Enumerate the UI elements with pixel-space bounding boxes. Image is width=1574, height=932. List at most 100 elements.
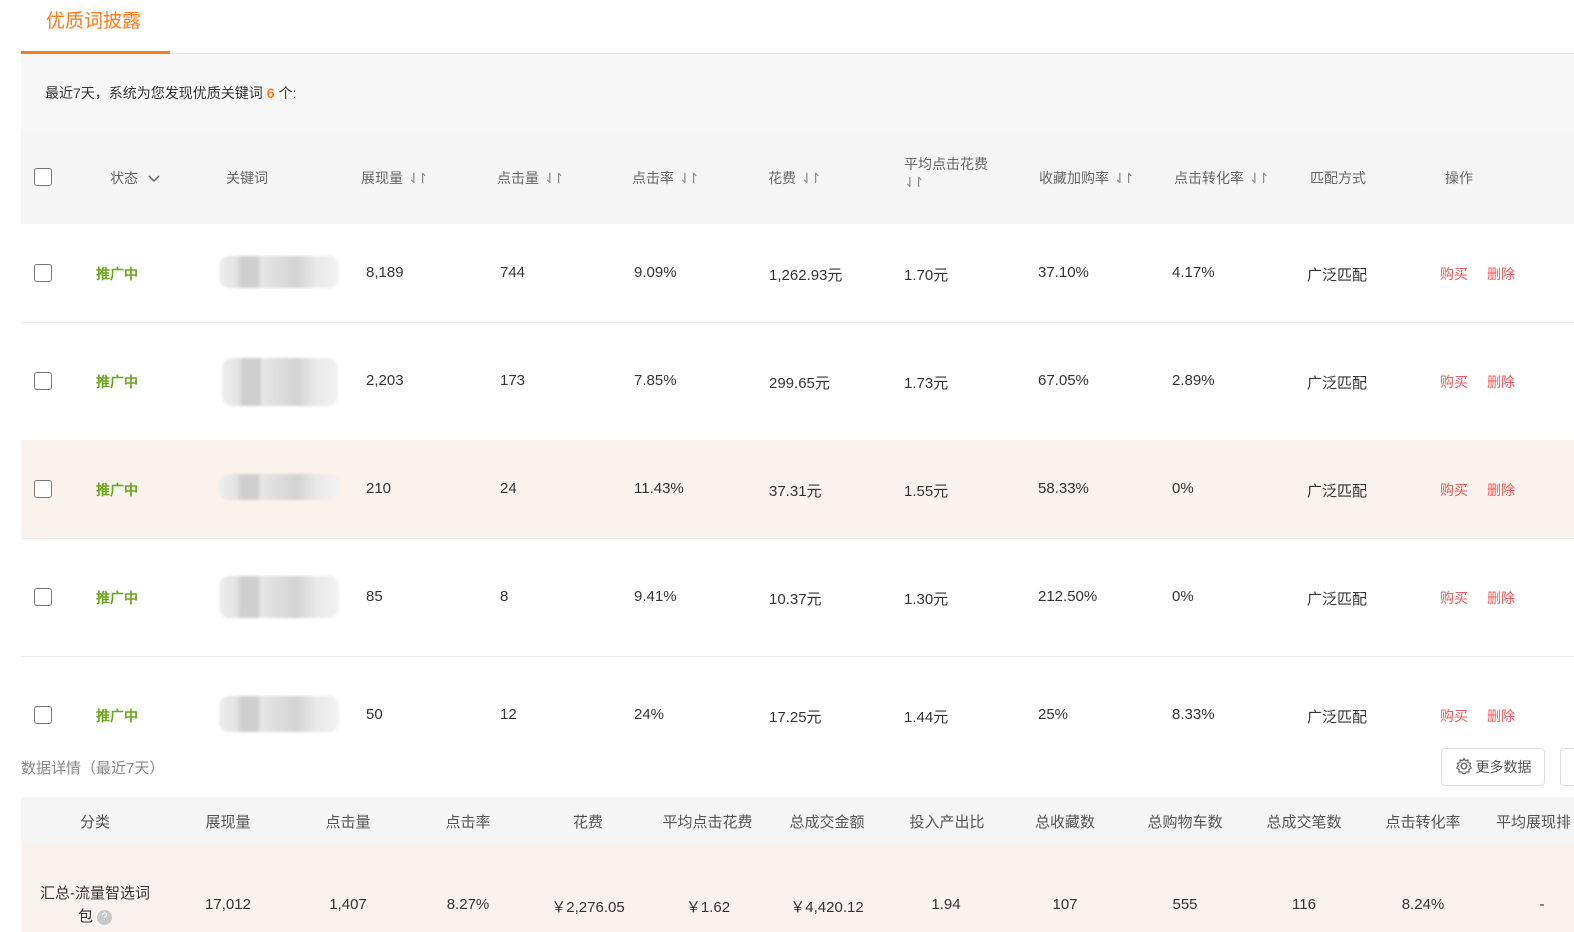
row-checkbox[interactable] — [34, 372, 52, 390]
cell-avg-cpc: 1.70元 — [904, 267, 949, 284]
delete-link[interactable]: 删除 — [1487, 264, 1515, 284]
sort-icon[interactable]: ⇃↾ — [1114, 170, 1135, 187]
more-data-button[interactable]: 更多数据 — [1441, 748, 1545, 786]
cell-cvr: 0% — [1172, 480, 1194, 497]
tab-quality-keywords[interactable]: 优质词披露 — [46, 6, 141, 33]
summary-carts: 555 — [1172, 896, 1198, 913]
header-impressions[interactable]: 展现量 ⇃↾ — [361, 168, 429, 188]
header-clicks-label: 点击量 — [497, 170, 539, 186]
keyword-redacted — [219, 474, 339, 500]
header-cvr[interactable]: 点击转化率 ⇃↾ — [1174, 168, 1270, 188]
details-header-cost: 花费 — [572, 814, 603, 831]
cell-ctr: 9.09% — [634, 264, 677, 281]
summary-impressions: 17,012 — [205, 896, 251, 913]
cell-cost: 299.65元 — [769, 375, 830, 392]
buy-link[interactable]: 购买 — [1440, 372, 1468, 392]
header-match: 匹配方式 — [1310, 170, 1366, 186]
cell-impressions: 8,189 — [366, 264, 404, 281]
cell-match: 广泛匹配 — [1307, 267, 1368, 284]
row-checkbox[interactable] — [34, 706, 52, 724]
status-label: 推广中 — [96, 266, 138, 282]
delete-link[interactable]: 删除 — [1487, 588, 1515, 608]
keyword-redacted — [219, 696, 339, 732]
details-header-gmv: 总成交金额 — [789, 814, 865, 831]
info-suffix: 个: — [278, 85, 297, 101]
cell-match: 广泛匹配 — [1307, 375, 1368, 392]
info-text: 最近7天，系统为您发现优质关键词 6 个: — [45, 83, 296, 103]
sort-icon[interactable]: ⇃↾ — [679, 170, 700, 187]
cell-ctr: 24% — [634, 706, 665, 723]
status-label: 推广中 — [96, 590, 138, 606]
cell-clicks: 173 — [500, 372, 526, 389]
delete-link[interactable]: 删除 — [1487, 480, 1515, 500]
details-header-avg-rank: 平均展现排 — [1496, 814, 1572, 831]
cell-cost: 37.31元 — [769, 483, 822, 500]
cell-avg-cpc: 1.55元 — [904, 483, 949, 500]
header-ops: 操作 — [1445, 170, 1473, 186]
cell-ctr: 11.43% — [634, 480, 684, 497]
header-avg-cpc[interactable]: 平均点击花费 ⇃↾ — [904, 154, 988, 191]
header-cost-label: 花费 — [768, 170, 796, 186]
header-fav-cart-rate-label: 收藏加购率 — [1039, 170, 1109, 186]
cell-clicks: 744 — [500, 264, 526, 281]
cell-ctr: 7.85% — [634, 372, 677, 389]
details-header-orders: 总成交笔数 — [1266, 814, 1342, 831]
status-label: 推广中 — [96, 482, 138, 498]
cell-clicks: 8 — [500, 588, 509, 605]
row-checkbox[interactable] — [34, 264, 52, 282]
details-header-roi: 投入产出比 — [909, 814, 985, 831]
sort-icon[interactable]: ⇃↾ — [1249, 170, 1270, 187]
details-header-cvr: 点击转化率 — [1385, 814, 1461, 831]
summary-cost: ￥2,276.05 — [551, 899, 625, 916]
summary-gmv: ￥4,420.12 — [790, 899, 864, 916]
buy-link[interactable]: 购买 — [1440, 588, 1468, 608]
summary-row — [21, 843, 1574, 932]
cell-clicks: 24 — [500, 480, 517, 497]
header-status[interactable]: 状态 — [110, 168, 160, 188]
sort-icon[interactable]: ⇃↾ — [408, 170, 429, 187]
header-ctr-label: 点击率 — [632, 170, 674, 186]
buy-link[interactable]: 购买 — [1440, 706, 1468, 726]
gear-icon — [1455, 756, 1473, 778]
cell-fav-cart-rate: 37.10% — [1038, 264, 1089, 281]
details-header-avg-cpc: 平均点击花费 — [662, 814, 753, 831]
summary-category-line2: 包 — [77, 908, 93, 925]
details-header-favs: 总收藏数 — [1034, 814, 1095, 831]
sort-icon[interactable]: ⇃↾ — [904, 174, 925, 191]
header-status-label: 状态 — [110, 170, 138, 186]
delete-link[interactable]: 删除 — [1487, 706, 1515, 726]
cell-fav-cart-rate: 58.33% — [1038, 480, 1089, 497]
cell-impressions: 210 — [366, 480, 392, 497]
summary-orders: 116 — [1292, 896, 1316, 913]
header-cost[interactable]: 花费 ⇃↾ — [768, 168, 822, 188]
header-fav-cart-rate[interactable]: 收藏加购率 ⇃↾ — [1039, 168, 1135, 188]
summary-cvr: 8.24% — [1401, 896, 1445, 913]
cell-cost: 1,262.93元 — [769, 267, 843, 284]
cell-cost: 17.25元 — [769, 709, 822, 726]
cell-fav-cart-rate: 25% — [1038, 706, 1069, 723]
sort-icon[interactable]: ⇃↾ — [801, 170, 822, 187]
header-clicks[interactable]: 点击量 ⇃↾ — [497, 168, 565, 188]
next-button-edge[interactable] — [1560, 748, 1574, 786]
cell-clicks: 12 — [500, 706, 517, 723]
info-prefix: 最近7天，系统为您发现优质关键词 — [45, 85, 263, 101]
header-avg-cpc-label: 平均点击花费 — [904, 156, 988, 172]
select-all-checkbox[interactable] — [34, 168, 52, 186]
details-header-carts: 总购物车数 — [1147, 814, 1223, 831]
keyword-count: 6 — [266, 85, 275, 101]
header-keyword: 关键词 — [226, 170, 268, 186]
cell-cvr: 8.33% — [1172, 706, 1215, 723]
question-icon[interactable]: ? — [97, 909, 112, 925]
row-checkbox[interactable] — [34, 588, 52, 606]
header-ctr[interactable]: 点击率 ⇃↾ — [632, 168, 700, 188]
header-impressions-label: 展现量 — [361, 170, 403, 186]
summary-category-line1: 汇总-流量智选词 — [40, 885, 150, 902]
sort-icon[interactable]: ⇃↾ — [544, 170, 565, 187]
cell-impressions: 50 — [366, 706, 383, 723]
buy-link[interactable]: 购买 — [1440, 480, 1468, 500]
summary-category: 汇总-流量智选词 包? — [30, 882, 160, 928]
buy-link[interactable]: 购买 — [1440, 264, 1468, 284]
cell-match: 广泛匹配 — [1307, 709, 1368, 726]
row-checkbox[interactable] — [34, 480, 52, 498]
delete-link[interactable]: 删除 — [1487, 372, 1515, 392]
